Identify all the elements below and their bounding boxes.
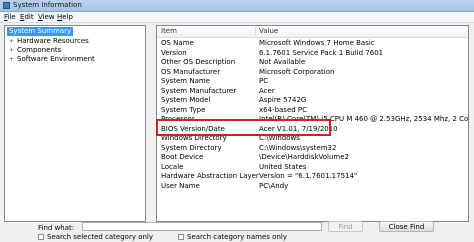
menu-edit[interactable]: Edit: [20, 13, 34, 21]
find-bar: Find what: Find Close Find Search select…: [0, 221, 474, 242]
table-row[interactable]: Hardware Abstraction Layer Version = "6.1…: [157, 172, 468, 182]
menu-edit-label: dit: [24, 13, 34, 21]
menu-help[interactable]: Help: [57, 13, 73, 21]
column-header-item[interactable]: Item: [161, 26, 177, 37]
table-row[interactable]: System Type x64-based PC: [157, 105, 468, 116]
category-tree[interactable]: System Summary + Hardware Resources + Comp…: [4, 25, 146, 222]
row-value: Microsoft Windows 7 Home Basic: [259, 39, 375, 47]
find-what-input[interactable]: [82, 222, 322, 231]
menu-bar: File Edit View Help: [0, 12, 474, 23]
list-header: Item Value: [157, 26, 468, 38]
row-item: System Model: [161, 96, 211, 104]
row-item: System Manufacturer: [161, 86, 237, 95]
row-item: User Name: [161, 181, 200, 190]
row-item: OS Manufacturer: [161, 67, 221, 76]
system-information-app-icon: [3, 2, 10, 9]
row-item: Locale: [161, 162, 184, 171]
table-row[interactable]: Boot Device \Device\HarddiskVolume2: [157, 153, 468, 163]
row-item: Hardware Abstraction Layer: [161, 172, 259, 180]
menu-file[interactable]: File: [4, 13, 16, 21]
row-item: Boot Device: [161, 153, 204, 161]
close-find-button[interactable]: Close Find: [379, 221, 434, 232]
expand-icon[interactable]: +: [8, 38, 15, 45]
table-row[interactable]: Other OS Description Not Available: [157, 58, 468, 68]
find-what-label: Find what:: [38, 224, 75, 232]
row-item: System Name: [161, 77, 210, 85]
tree-item-label: System Summary: [9, 27, 72, 35]
column-divider[interactable]: [255, 27, 256, 36]
table-row[interactable]: User Name PC\Andy: [157, 181, 468, 192]
tree-item-software-environment[interactable]: + Software Environment: [8, 55, 95, 64]
checkbox-label: Search category names only: [187, 233, 287, 241]
menu-view[interactable]: View: [38, 13, 55, 21]
menu-view-label: iew: [42, 13, 55, 21]
bios-highlight-box: [156, 119, 331, 136]
row-value: Microsoft Corporation: [259, 67, 335, 76]
row-item: System Type: [161, 105, 206, 114]
find-button[interactable]: Find: [328, 221, 363, 232]
table-row[interactable]: OS Manufacturer Microsoft Corporation: [157, 67, 468, 78]
expand-icon[interactable]: +: [8, 56, 15, 63]
tree-item-label: Hardware Resources: [17, 37, 89, 45]
table-row[interactable]: Locale United States: [157, 162, 468, 173]
table-row[interactable]: System Model Aspire 5742G: [157, 96, 468, 106]
row-value: Acer: [259, 86, 275, 95]
row-value: \Device\HarddiskVolume2: [259, 153, 349, 161]
tree-item-system-summary[interactable]: System Summary: [7, 27, 74, 36]
tree-item-components[interactable]: + Components: [8, 46, 61, 55]
table-row[interactable]: System Manufacturer Acer: [157, 86, 468, 97]
row-item: OS Name: [161, 39, 194, 47]
row-value: United States: [259, 162, 307, 171]
row-value: Not Available: [259, 58, 306, 66]
column-header-value[interactable]: Value: [259, 26, 278, 37]
tree-item-label: Software Environment: [17, 55, 95, 63]
table-row[interactable]: System Name PC: [157, 77, 468, 87]
checkbox-box[interactable]: [178, 234, 184, 240]
table-row[interactable]: OS Name Microsoft Windows 7 Home Basic: [157, 39, 468, 49]
row-value: x64-based PC: [259, 105, 308, 114]
window-title: System Information: [13, 1, 82, 9]
row-item: System Directory: [161, 143, 222, 152]
row-value: PC: [259, 77, 269, 85]
tree-item-label: Components: [17, 46, 62, 54]
search-selected-category-checkbox[interactable]: Search selected category only: [38, 233, 153, 242]
table-row[interactable]: Version 6.1.7601 Service Pack 1 Build 760…: [157, 48, 468, 59]
row-value: PC\Andy: [259, 181, 289, 190]
tree-item-hardware-resources[interactable]: + Hardware Resources: [8, 37, 89, 46]
checkbox-label: Search selected category only: [47, 233, 154, 241]
row-value: 6.1.7601 Service Pack 1 Build 7601: [259, 48, 384, 57]
search-category-names-checkbox[interactable]: Search category names only: [178, 233, 287, 242]
checkbox-box[interactable]: [38, 234, 44, 240]
expand-icon[interactable]: +: [8, 47, 15, 54]
title-bar: System Information: [0, 0, 474, 12]
row-value: C:\Windows\system32: [259, 143, 337, 152]
row-item: Other OS Description: [161, 58, 236, 66]
row-value: Version = "6.1.7601.17514": [259, 172, 358, 180]
table-row[interactable]: System Directory C:\Windows\system32: [157, 143, 468, 154]
menu-help-label: elp: [62, 13, 73, 21]
row-value: Aspire 5742G: [259, 96, 307, 104]
row-item: Version: [161, 48, 187, 57]
menu-file-label: ile: [7, 13, 16, 21]
